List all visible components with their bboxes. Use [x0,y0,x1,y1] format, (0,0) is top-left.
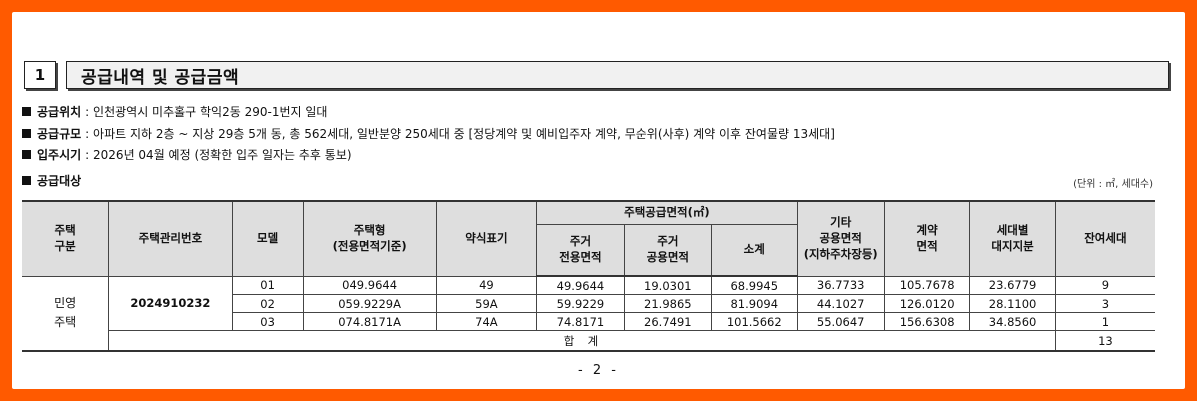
cell-remaining: 3 [1054,294,1155,313]
col-remaining: 잔여세대 [1054,200,1155,277]
cell-house-type: 059.9229A [302,294,437,313]
section-header: 1 공급내역 및 공급금액 [24,61,1169,89]
cell-model: 01 [231,275,304,295]
cell-exclusive: 74.8171 [536,312,625,331]
col-housing-type: 주택 구분 [22,200,110,277]
cell-house-type: 074.8171A [302,312,437,331]
col-model: 모델 [231,200,304,277]
cell-abbr: 59A [435,294,538,313]
cell-other-common: 55.0647 [796,312,885,331]
col-exclusive: 주거 전용면적 [536,224,625,277]
info-value: : 아파트 지하 2층 ~ 지상 29층 5개 동, 총 562세대, 일반분양… [85,127,835,141]
info-value: : 인천광역시 미추홀구 학익2동 290-1번지 일대 [85,105,328,119]
supply-table: 주택 구분 주택관리번호 모델 주택형 (전용면적기준) 약식표기 주택공급면적… [22,200,1155,352]
cell-remaining: 1 [1054,312,1155,331]
info-move-in: 입주시기 : 2026년 04월 예정 (정확한 입주 일자는 추후 통보) [22,146,352,163]
cell-common: 21.9865 [623,294,713,313]
cell-contract-area: 105.7678 [883,275,971,295]
info-location: 공급위치 : 인천광역시 미추홀구 학익2동 290-1번지 일대 [22,103,327,120]
info-label: 입주시기 [37,148,82,162]
cell-model: 02 [232,294,304,313]
cell-remaining: 9 [1054,275,1155,295]
col-common: 주거 공용면적 [623,224,713,277]
cell-abbr: 49 [435,275,538,295]
table-header-row: 주택 구분 주택관리번호 모델 주택형 (전용면적기준) 약식표기 주택공급면적… [22,200,1155,277]
info-value: : 2026년 04월 예정 (정확한 입주 일자는 추후 통보) [85,148,352,162]
cell-house-type: 049.9644 [302,275,437,295]
bullet-square-icon [22,176,31,185]
col-abbr: 약식표기 [435,200,538,277]
table-row: 민영 주택 2024910232 01 049.9644 49 49.9644 … [22,275,1155,352]
info-target: 공급대상 [22,172,85,189]
col-subtotal: 소계 [711,224,798,277]
group-label: 민영 주택 [22,275,110,352]
cell-other-common: 44.1027 [796,294,885,313]
cell-common: 26.7491 [623,312,713,331]
unit-note: (단위 : ㎡, 세대수) [1073,179,1153,190]
cell-exclusive: 59.9229 [536,294,625,313]
section-number: 1 [24,61,56,89]
cell-common: 19.0301 [623,275,713,295]
cell-subtotal: 101.5662 [711,312,798,331]
total-value: 13 [1054,330,1155,352]
col-supply-area: 주택공급면적(㎡) [536,200,798,225]
col-other-common: 기타 공용면적 (지하주차장등) [796,200,885,277]
info-scale: 공급규모 : 아파트 지하 2층 ~ 지상 29층 5개 동, 총 562세대,… [22,125,835,142]
col-land-share: 세대별 대지지분 [969,200,1056,277]
cell-subtotal: 68.9945 [711,275,798,295]
bullet-square-icon [22,129,31,138]
cell-land-share: 28.1100 [969,294,1056,313]
cell-contract-area: 156.6308 [883,312,971,331]
info-label: 공급위치 [37,105,82,119]
total-label: 합 계 [108,330,1056,352]
info-label: 공급대상 [37,174,82,188]
cell-subtotal: 81.9094 [711,294,798,313]
cell-exclusive: 49.9644 [536,275,625,295]
cell-land-share: 23.6779 [969,275,1056,295]
col-house-type: 주택형 (전용면적기준) [302,200,437,277]
cell-land-share: 34.8560 [969,312,1056,331]
info-label: 공급규모 [37,127,82,141]
col-mgmt-no: 주택관리번호 [108,200,233,277]
bullet-square-icon [22,107,31,116]
cell-other-common: 36.7733 [796,275,885,295]
section-title: 공급내역 및 공급금액 [66,61,1169,89]
cell-model: 03 [232,312,304,331]
col-contract-area: 계약 면적 [883,200,971,277]
cell-abbr: 74A [435,312,538,331]
page-number: - 2 - [578,363,619,378]
bullet-square-icon [22,150,31,159]
cell-contract-area: 126.0120 [883,294,971,313]
total-row: 합 계 13 [22,330,1155,352]
document-page: 1 공급내역 및 공급금액 공급위치 : 인천광역시 미추홀구 학익2동 290… [12,12,1185,389]
mgmt-no-cell: 2024910232 [108,275,233,331]
